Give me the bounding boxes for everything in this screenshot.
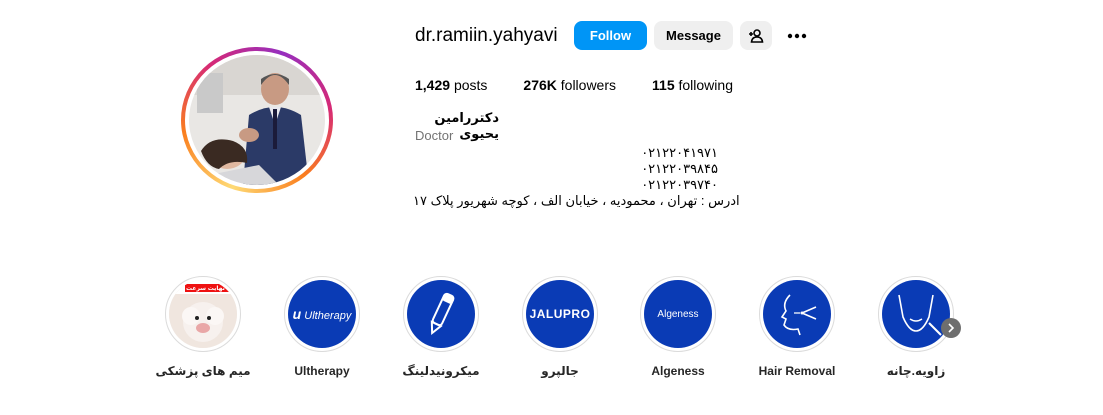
highlight-ring: JALUPRO [522, 276, 598, 352]
message-button[interactable]: Message [654, 21, 733, 50]
highlight-ultherapy[interactable]: u Ultherapy Ultherapy [262, 276, 382, 378]
more-horizontal-icon [787, 33, 807, 38]
followers-count: 276K [523, 77, 557, 93]
meme-badge-text: ونه نهایت سرعت [186, 286, 237, 292]
following-label: following [678, 77, 733, 93]
suggested-accounts-button[interactable] [740, 21, 772, 50]
more-options-button[interactable] [784, 21, 810, 50]
algeness-logo-text: Algeness [657, 308, 699, 320]
highlight-algeness[interactable]: Algeness Algeness [618, 276, 738, 378]
profile-category: Doctor [415, 128, 454, 143]
following-count: 115 [652, 77, 675, 93]
jalupro-logo: JALUPRO [526, 280, 594, 348]
highlight-label: زاویه.چانه [886, 364, 946, 378]
bio-phone-2: ۰۲۱۲۲۰۳۹۸۴۵ [641, 161, 718, 176]
profile-avatar[interactable] [181, 47, 333, 193]
highlight-microneedling[interactable]: میکرونیدلینگ [381, 276, 501, 378]
highlight-ring: Algeness [640, 276, 716, 352]
highlight-ring [878, 276, 954, 352]
bio-phone-3: ۰۲۱۲۲۰۳۹۷۴۰ [641, 177, 718, 192]
highlight-ring [759, 276, 835, 352]
posts-label: posts [453, 77, 488, 93]
highlight-ring [403, 276, 479, 352]
highlight-label: میم های پزشکی [155, 364, 251, 378]
highlight-label: میکرونیدلینگ [402, 364, 480, 378]
story-highlights: ونه نهایت سرعت میم های پزشکی u Ultherapy… [0, 276, 1103, 396]
jaw-injection-icon [882, 280, 950, 348]
jalupro-logo-text: JALUPRO [529, 307, 591, 321]
highlight-label: Algeness [651, 364, 705, 378]
laser-face-icon [763, 280, 831, 348]
ultherapy-logo-word: Ultherapy [304, 310, 352, 322]
ultherapy-logo: u Ultherapy [288, 280, 356, 348]
microneedling-pen-icon [407, 280, 475, 348]
highlight-hair-removal[interactable]: Hair Removal [737, 276, 857, 378]
highlight-ring: ونه نهایت سرعت [165, 276, 241, 352]
avatar-photo [189, 55, 325, 185]
highlight-jalupro[interactable]: JALUPRO جالپرو [500, 276, 620, 378]
profile-stats: 1,429 posts 276K followers 115 following [415, 77, 769, 93]
profile-username: dr.ramiin.yahyavi [415, 25, 558, 46]
followers-stat[interactable]: 276K followers [523, 77, 616, 93]
ultherapy-logo-text: u Ultherapy [292, 306, 352, 322]
followers-label: followers [560, 77, 617, 93]
highlight-ring: u Ultherapy [284, 276, 360, 352]
avatar-border [185, 51, 329, 189]
algeness-logo: Algeness [644, 280, 712, 348]
follow-button[interactable]: Follow [574, 21, 647, 50]
posts-count: 1,429 [415, 77, 451, 93]
highlight-label: Ultherapy [294, 364, 350, 378]
chevron-right-icon [948, 323, 955, 333]
person-add-icon [749, 28, 764, 43]
following-stat[interactable]: 115 following [652, 77, 733, 93]
meme-photo: ونه نهایت سرعت [169, 280, 237, 348]
story-ring [181, 47, 333, 193]
highlights-next-button[interactable] [941, 318, 961, 338]
highlight-label: Hair Removal [758, 364, 836, 378]
highlight-medical-memes[interactable]: ونه نهایت سرعت میم های پزشکی [143, 276, 263, 378]
bio-phone-1: ۰۲۱۲۲۰۴۱۹۷۱ [641, 145, 718, 160]
highlight-label: جالپرو [541, 364, 579, 378]
bio-address: ادرس : تهران ، محمودیه ، خیابان الف ، کو… [413, 193, 740, 208]
posts-stat: 1,429 posts [415, 77, 487, 93]
